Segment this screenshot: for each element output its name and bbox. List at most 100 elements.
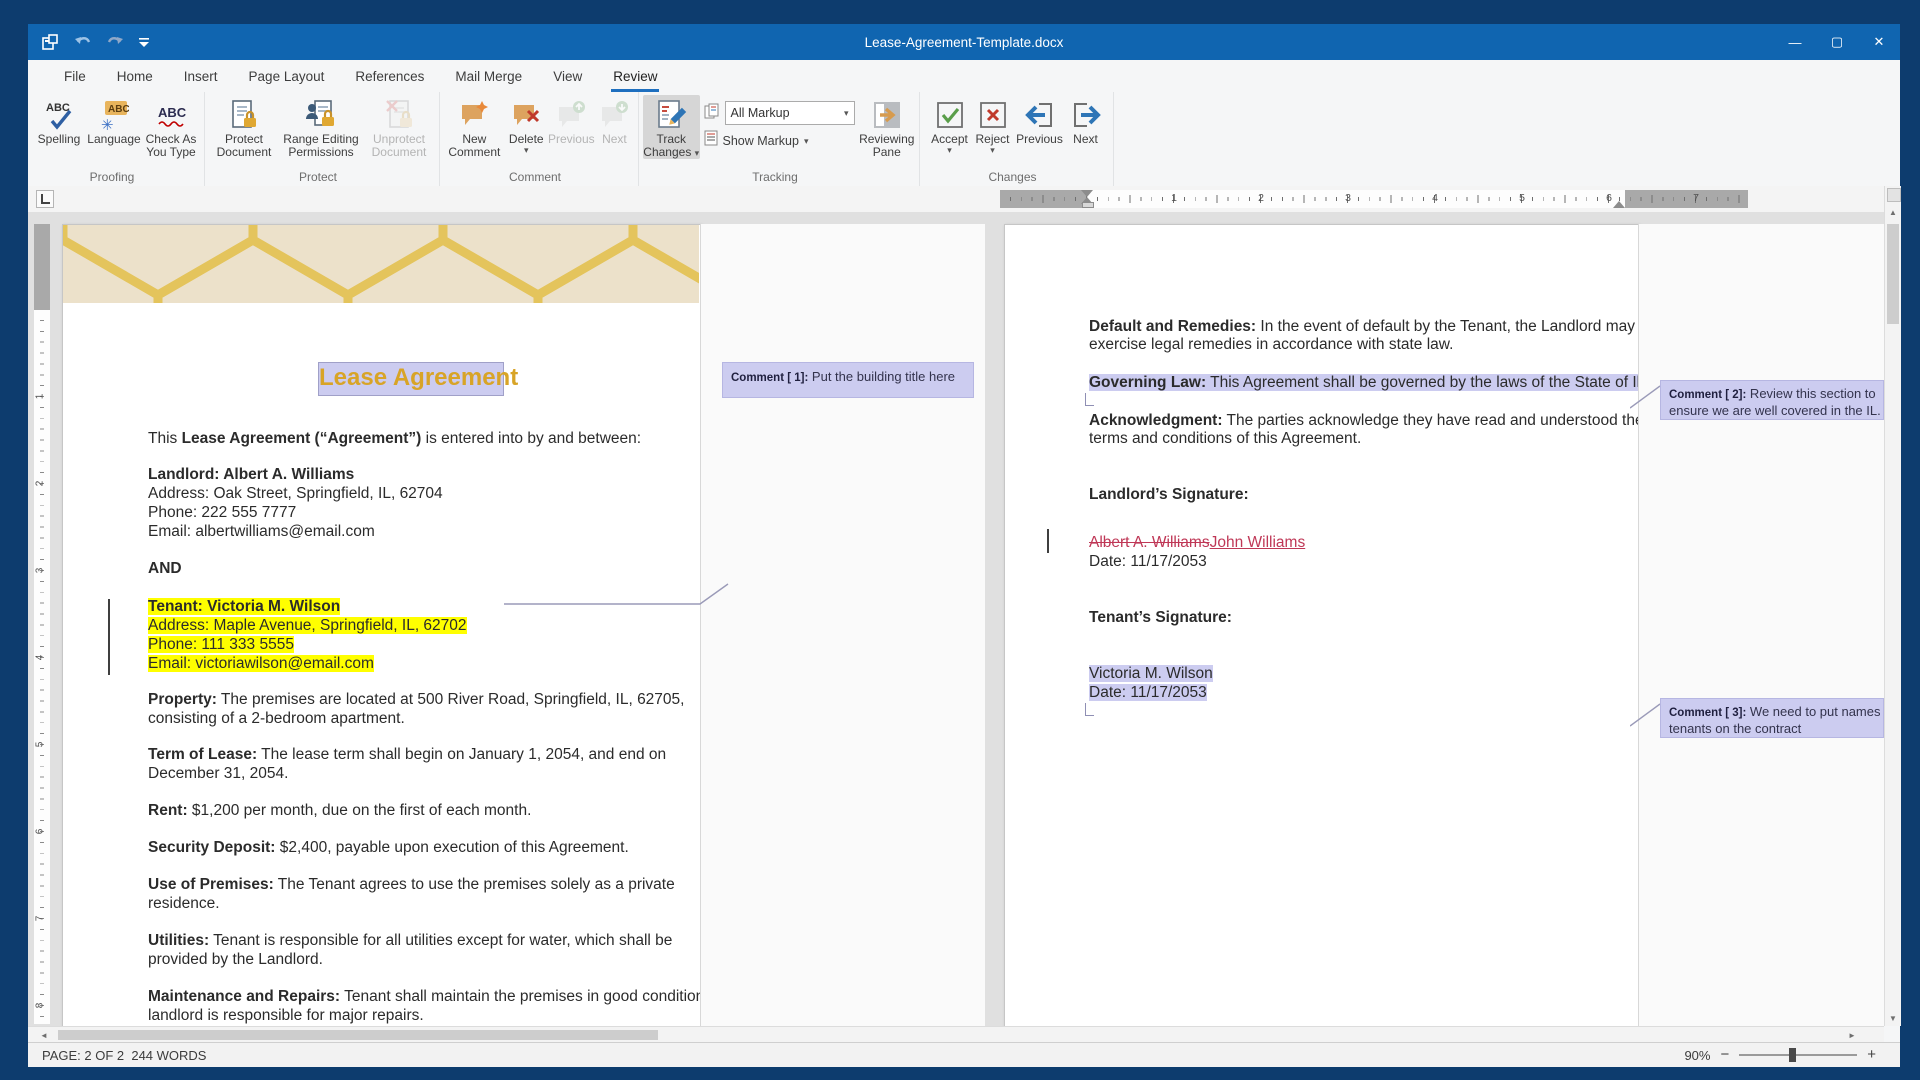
protect-document-button[interactable]: Protect Document: [211, 95, 277, 159]
tab-view[interactable]: View: [551, 69, 584, 92]
delete-dropdown-caret-icon[interactable]: ▾: [524, 146, 529, 154]
comment-balloon-2[interactable]: Comment [ 2]: Review this section to ens…: [1660, 380, 1884, 420]
vertical-ruler[interactable]: 1 2 3 4 5 6 7 8: [34, 224, 50, 1024]
paragraph[interactable]: Email: albertwilliams@email.com: [148, 522, 375, 541]
tab-mail-merge[interactable]: Mail Merge: [453, 69, 524, 92]
reviewing-pane-button[interactable]: Reviewing Pane: [859, 95, 916, 159]
show-markup-button[interactable]: Show Markup ▾: [704, 130, 855, 151]
paragraph[interactable]: Tenant’s Signature:: [1089, 608, 1232, 627]
paragraph[interactable]: Address: Oak Street, Springfield, IL, 62…: [148, 484, 443, 503]
scroll-right-icon[interactable]: ►: [1844, 1027, 1860, 1043]
paragraph[interactable]: landlord is responsible for major repair…: [148, 1006, 424, 1025]
document-page-1[interactable]: Lease Agreement This Lease Agreement (“A…: [62, 224, 702, 1026]
delete-comment-button[interactable]: Delete ▾: [505, 95, 548, 154]
accept-dropdown-caret-icon[interactable]: ▾: [947, 146, 952, 154]
next-change-button[interactable]: Next: [1066, 95, 1106, 146]
paragraph[interactable]: provided by the Landlord.: [148, 950, 323, 969]
tab-references[interactable]: References: [353, 69, 426, 92]
reject-dropdown-caret-icon[interactable]: ▾: [990, 146, 995, 154]
new-comment-button[interactable]: New Comment: [444, 95, 505, 159]
paragraph[interactable]: Victoria M. Wilson: [1089, 664, 1213, 683]
spelling-button[interactable]: ABC Spelling: [32, 95, 86, 146]
zoom-out-button[interactable]: −: [1720, 1049, 1729, 1061]
tab-stop-selector[interactable]: [36, 190, 54, 208]
paragraph[interactable]: Address: Maple Avenue, Springfield, IL, …: [148, 616, 467, 635]
vertical-scrollbar[interactable]: ▲ ▼: [1884, 186, 1901, 1026]
ruler-number: 7: [1693, 192, 1699, 204]
zoom-slider[interactable]: [1739, 1054, 1857, 1056]
paragraph[interactable]: Maintenance and Repairs: Tenant shall ma…: [148, 987, 739, 1006]
previous-comment-icon: [555, 97, 587, 133]
horizontal-scrollbar[interactable]: ◄ ►: [28, 1026, 1884, 1043]
range-editing-permissions-button[interactable]: Range Editing Permissions: [277, 95, 365, 159]
paragraph[interactable]: Use of Premises: The Tenant agrees to us…: [148, 875, 675, 894]
left-indent-marker[interactable]: [1082, 202, 1094, 208]
scroll-down-icon[interactable]: ▼: [1885, 1010, 1901, 1026]
check-as-you-type-button[interactable]: ABC Check As You Type: [142, 95, 200, 159]
paragraph[interactable]: Tenant: Victoria M. Wilson: [148, 597, 340, 616]
paragraph[interactable]: terms and conditions of this Agreement.: [1089, 429, 1361, 448]
paragraph[interactable]: Email: victoriawilson@email.com: [148, 654, 374, 673]
paragraph[interactable]: Rent: $1,200 per month, due on the first…: [148, 801, 531, 820]
document-page-2[interactable]: Default and Remedies: In the event of de…: [1004, 224, 1640, 1026]
paragraph[interactable]: December 31, 2054.: [148, 764, 288, 783]
horizontal-scroll-thumb[interactable]: [58, 1030, 658, 1040]
paragraph[interactable]: residence.: [148, 894, 220, 913]
ruler-number: 1: [34, 394, 45, 400]
paragraph[interactable]: Date: 11/17/2053: [1089, 552, 1207, 571]
paragraph[interactable]: Landlord: Albert A. Williams: [148, 465, 354, 484]
minimize-button[interactable]: —: [1774, 24, 1816, 60]
maximize-button[interactable]: ▢: [1816, 24, 1858, 60]
paragraph[interactable]: exercise legal remedies in accordance wi…: [1089, 335, 1453, 354]
ruler-number: 4: [1432, 192, 1438, 204]
scroll-left-icon[interactable]: ◄: [36, 1027, 52, 1043]
paragraph[interactable]: consisting of a 2-bedroom apartment.: [148, 709, 405, 728]
paragraph[interactable]: Property: The premises are located at 50…: [148, 690, 684, 709]
scroll-up-icon[interactable]: ▲: [1885, 204, 1901, 220]
next-comment-button[interactable]: Next: [595, 95, 634, 146]
unprotect-document-button[interactable]: Unprotect Document: [365, 95, 433, 159]
paragraph[interactable]: AND: [148, 559, 182, 578]
vertical-scroll-thumb[interactable]: [1887, 224, 1899, 324]
paragraph[interactable]: Landlord’s Signature:: [1089, 485, 1249, 504]
reject-button[interactable]: Reject ▾: [972, 95, 1014, 154]
track-changes-button[interactable]: Track Changes ▾: [643, 95, 700, 159]
undo-button[interactable]: [74, 35, 92, 49]
horizontal-ruler[interactable]: 1 2 3 4 5 6 7: [1000, 190, 1748, 208]
close-button[interactable]: ✕: [1858, 24, 1900, 60]
paragraph[interactable]: Phone: 111 333 5555: [148, 635, 294, 654]
tab-insert[interactable]: Insert: [182, 69, 220, 92]
tab-file[interactable]: File: [62, 69, 88, 92]
tracked-change-line[interactable]: Albert A. WilliamsJohn Williams: [1089, 533, 1305, 552]
ruler-number: 6: [1606, 192, 1612, 204]
paragraph[interactable]: Security Deposit: $2,400, payable upon e…: [148, 838, 629, 857]
tab-home[interactable]: Home: [115, 69, 155, 92]
paragraph[interactable]: Governing Law: This Agreement shall be g…: [1089, 373, 1680, 392]
paragraph[interactable]: Utilities: Tenant is responsible for all…: [148, 931, 672, 950]
ruler-toggle-button[interactable]: [1887, 188, 1901, 202]
zoom-in-button[interactable]: +: [1867, 1049, 1876, 1061]
previous-change-button[interactable]: Previous: [1014, 95, 1066, 146]
comment-balloon-3[interactable]: Comment [ 3]: We need to put names o ten…: [1660, 698, 1884, 738]
first-line-indent-marker[interactable]: [1081, 190, 1093, 197]
paragraph[interactable]: Date: 11/17/2053: [1089, 683, 1207, 702]
language-button[interactable]: ABC✳ Language: [86, 95, 142, 146]
tab-review[interactable]: Review: [611, 69, 659, 92]
paragraph[interactable]: This Lease Agreement (“Agreement”) is en…: [148, 429, 641, 448]
app-icon: [42, 34, 60, 50]
paragraph[interactable]: Phone: 222 555 7777: [148, 503, 296, 522]
qat-customize-caret[interactable]: [138, 37, 150, 47]
tab-page-layout[interactable]: Page Layout: [247, 69, 327, 92]
paragraph[interactable]: Acknowledgment: The parties acknowledge …: [1089, 411, 1644, 430]
document-title[interactable]: Lease Agreement: [318, 362, 504, 396]
paragraph[interactable]: Term of Lease: The lease term shall begi…: [148, 745, 666, 764]
all-markup-select[interactable]: All Markup ▾: [725, 101, 855, 125]
paragraph[interactable]: Default and Remedies: In the event of de…: [1089, 317, 1635, 336]
previous-comment-button[interactable]: Previous: [548, 95, 595, 146]
redo-button[interactable]: [106, 35, 124, 49]
accept-button[interactable]: Accept ▾: [928, 95, 972, 154]
zoom-slider-thumb[interactable]: [1789, 1048, 1796, 1062]
right-indent-marker[interactable]: [1613, 201, 1625, 208]
group-label-proofing: Proofing: [28, 170, 196, 184]
comment-balloon-1[interactable]: Comment [ 1]: Put the building title her…: [722, 362, 974, 398]
